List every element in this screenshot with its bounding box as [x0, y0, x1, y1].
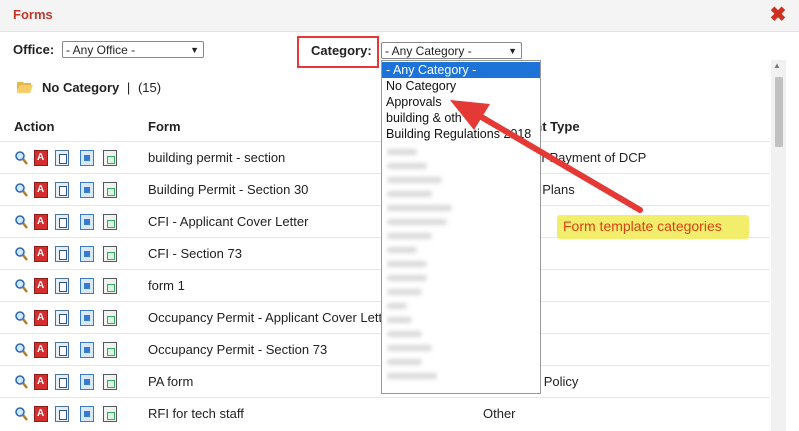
annotation-callout-text: Form template categories — [563, 218, 722, 234]
